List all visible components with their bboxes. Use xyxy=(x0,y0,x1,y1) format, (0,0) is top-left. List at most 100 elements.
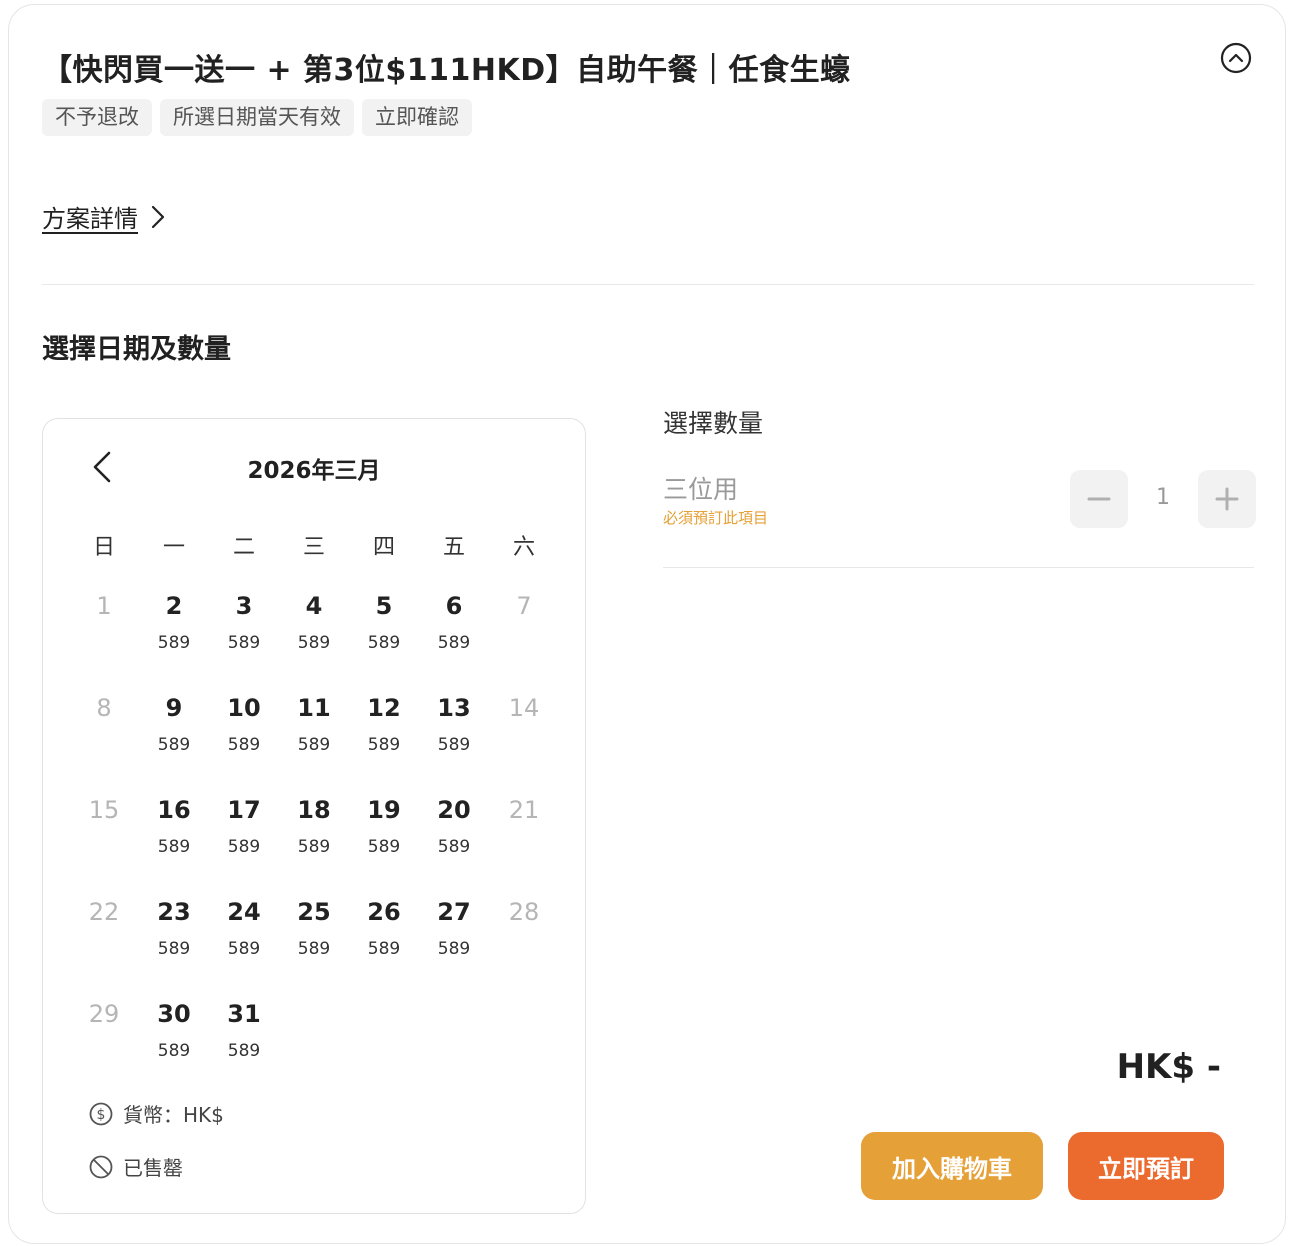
calendar-day-number: 26 xyxy=(367,898,401,926)
calendar-day-6[interactable]: 6 589 xyxy=(419,589,489,691)
calendar-day-number: 22 xyxy=(88,898,120,926)
calendar-day-10[interactable]: 10 589 xyxy=(209,691,279,793)
calendar-day-price: 589 xyxy=(227,1041,261,1061)
quantity-decrease-button[interactable] xyxy=(1070,470,1128,528)
weekday-thu: 四 xyxy=(372,535,395,560)
calendar-day-price: 589 xyxy=(157,1041,191,1061)
calendar-day-number: 25 xyxy=(297,898,331,926)
collapse-button[interactable] xyxy=(1220,42,1252,74)
calendar-day-number: 5 xyxy=(375,592,393,620)
calendar-day-26[interactable]: 26 589 xyxy=(349,895,419,997)
package-title: 【快閃買一送一 + 第3位$111HKD】自助午餐｜任食生蠔 xyxy=(42,53,851,88)
calendar-day-price: 589 xyxy=(157,735,191,755)
calendar-day-30[interactable]: 30 589 xyxy=(139,997,209,1099)
calendar-day-price: 589 xyxy=(227,837,261,857)
calendar-day-17[interactable]: 17 589 xyxy=(209,793,279,895)
calendar-day-27[interactable]: 27 589 xyxy=(419,895,489,997)
calendar-day-number: 2 xyxy=(165,592,183,620)
calendar-day-price: 589 xyxy=(437,837,471,857)
calendar-day-number: 6 xyxy=(445,592,463,620)
currency-label: 貨幣：HK$ xyxy=(123,1103,224,1127)
calendar-day-price: 589 xyxy=(297,939,331,959)
calendar-day-3[interactable]: 3 589 xyxy=(209,589,279,691)
quantity-increase-button[interactable] xyxy=(1198,470,1256,528)
calendar-day-19[interactable]: 19 589 xyxy=(349,793,419,895)
calendar-day-15: 15 xyxy=(69,793,139,895)
svg-text:$: $ xyxy=(97,1107,106,1123)
calendar-day-number: 12 xyxy=(367,694,401,722)
calendar-day-number: 21 xyxy=(508,796,540,824)
calendar-day-8: 8 xyxy=(69,691,139,793)
calendar-day-number: 24 xyxy=(227,898,261,926)
calendar-day-number: 20 xyxy=(437,796,471,824)
calendar-day-price: 589 xyxy=(367,939,401,959)
divider xyxy=(663,567,1254,568)
calendar-day-9[interactable]: 9 589 xyxy=(139,691,209,793)
calendar-day-number: 4 xyxy=(305,592,323,620)
calendar-day-25[interactable]: 25 589 xyxy=(279,895,349,997)
currency-legend: $ 貨幣：HK$ xyxy=(89,1099,224,1128)
calendar-day-20[interactable]: 20 589 xyxy=(419,793,489,895)
calendar-day-2[interactable]: 2 589 xyxy=(139,589,209,691)
calendar-day-24[interactable]: 24 589 xyxy=(209,895,279,997)
chevron-up-circle-icon xyxy=(1220,42,1252,74)
calendar-day-number: 30 xyxy=(157,1000,191,1028)
calendar-day-18[interactable]: 18 589 xyxy=(279,793,349,895)
calendar-day-12[interactable]: 12 589 xyxy=(349,691,419,793)
calendar-day-price: 589 xyxy=(227,735,261,755)
calendar-day-price: 589 xyxy=(297,633,331,653)
calendar-day-number: 16 xyxy=(157,796,191,824)
chevron-right-icon xyxy=(151,205,165,228)
weekday-wed: 三 xyxy=(302,535,325,560)
weekday-mon: 一 xyxy=(162,535,185,560)
add-to-cart-button[interactable]: 加入購物車 xyxy=(861,1132,1043,1200)
calendar-day-number: 13 xyxy=(437,694,471,722)
calendar-day-4[interactable]: 4 589 xyxy=(279,589,349,691)
book-now-button[interactable]: 立即預訂 xyxy=(1068,1132,1224,1200)
calendar-day-16[interactable]: 16 589 xyxy=(139,793,209,895)
calendar-day-price: 589 xyxy=(227,939,261,959)
calendar-day-number: 10 xyxy=(227,694,261,722)
quantity-item-name: 三位用 xyxy=(663,475,739,504)
calendar-day-1: 1 xyxy=(69,589,139,691)
calendar-day-price: 589 xyxy=(157,837,191,857)
tag-no-refund: 不予退改 xyxy=(42,99,152,136)
calendar-day-number: 15 xyxy=(88,796,120,824)
divider xyxy=(42,284,1254,285)
calendar-day-11[interactable]: 11 589 xyxy=(279,691,349,793)
calendar-day-5[interactable]: 5 589 xyxy=(349,589,419,691)
calendar-day-number: 27 xyxy=(437,898,471,926)
quantity-value: 1 xyxy=(1156,485,1170,510)
date-calendar: 2026年三月 日 一 二 三 四 五 六 1 2 589 3 589 4 589 5 589 6… xyxy=(42,418,586,1214)
tag-list: 不予退改 所選日期當天有效 立即確認 xyxy=(42,99,472,136)
calendar-day-price: 589 xyxy=(227,633,261,653)
calendar-day-29: 29 xyxy=(69,997,139,1099)
calendar-day-7: 7 xyxy=(489,589,559,691)
weekday-sun: 日 xyxy=(92,535,115,560)
calendar-day-number: 8 xyxy=(96,694,112,722)
calendar-day-number: 29 xyxy=(88,1000,120,1028)
calendar-day-number: 19 xyxy=(367,796,401,824)
plan-details-link[interactable]: 方案詳情 xyxy=(42,199,166,234)
calendar-day-23[interactable]: 23 589 xyxy=(139,895,209,997)
calendar-day-number: 23 xyxy=(157,898,191,926)
calendar-day-number: 17 xyxy=(227,796,261,824)
calendar-day-13[interactable]: 13 589 xyxy=(419,691,489,793)
tag-instant-confirm: 立即確認 xyxy=(362,99,472,136)
calendar-day-price: 589 xyxy=(437,735,471,755)
calendar-day-number: 1 xyxy=(96,592,112,620)
calendar-day-31[interactable]: 31 589 xyxy=(209,997,279,1099)
calendar-day-number: 18 xyxy=(297,796,331,824)
calendar-day-number: 7 xyxy=(516,592,532,620)
weekday-tue: 二 xyxy=(232,535,255,560)
calendar-day-28: 28 xyxy=(489,895,559,997)
calendar-day-number: 9 xyxy=(165,694,183,722)
calendar-day-21: 21 xyxy=(489,793,559,895)
plan-details-label: 方案詳情 xyxy=(42,205,138,233)
calendar-day-price: 589 xyxy=(437,939,471,959)
calendar-day-price: 589 xyxy=(437,633,471,653)
calendar-day-number: 14 xyxy=(508,694,540,722)
tag-valid-date: 所選日期當天有效 xyxy=(160,99,354,136)
calendar-day-number: 11 xyxy=(297,694,331,722)
quantity-title: 選擇數量 xyxy=(663,409,764,438)
